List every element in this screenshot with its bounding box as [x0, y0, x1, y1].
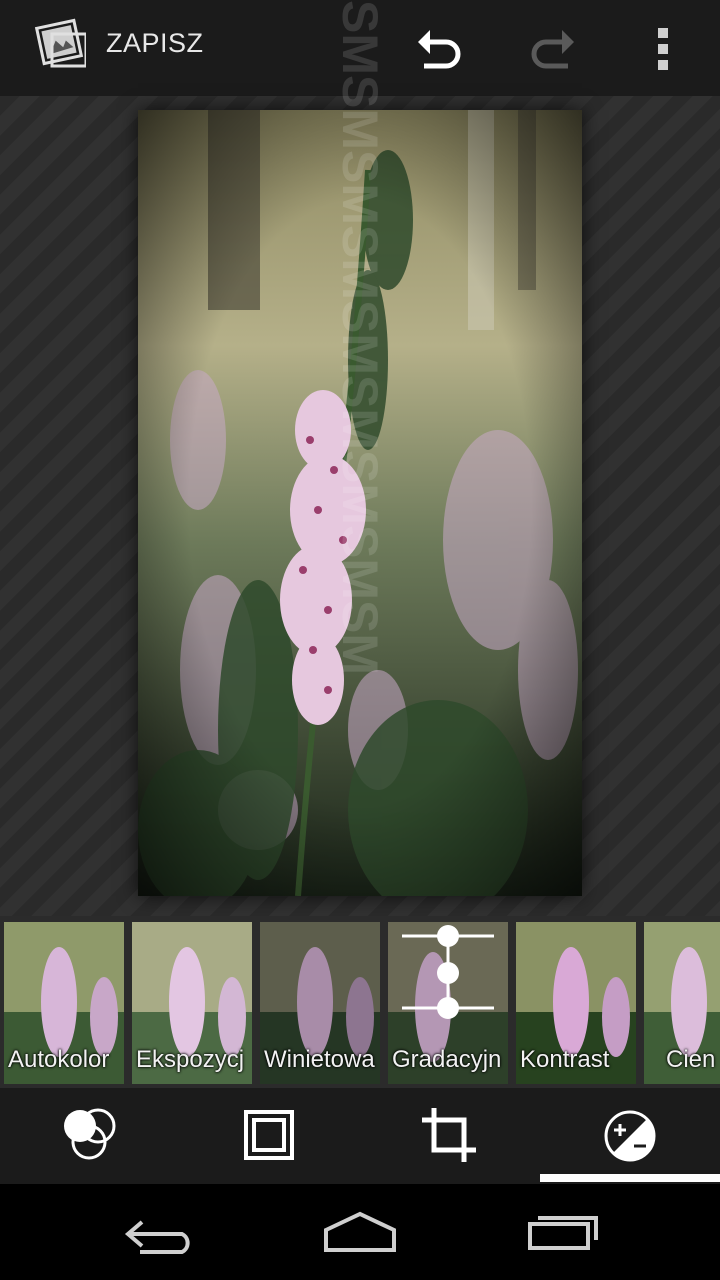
filter-thumb-kontrast[interactable]: Kontrast [516, 922, 636, 1084]
filter-thumb-autokolor[interactable]: Autokolor [4, 922, 124, 1084]
filter-thumb-winietowanie[interactable]: Winietowa [260, 922, 380, 1084]
selected-tab-indicator [540, 1174, 720, 1182]
editor-tabs [0, 1088, 720, 1184]
filters-icon [64, 1108, 116, 1160]
filter-filmstrip: Autokolor Ekspozycj Winietowa Gradacyjn [0, 916, 720, 1088]
exposure-icon [604, 1110, 656, 1162]
redo-icon[interactable] [526, 22, 578, 74]
tab-crop[interactable] [360, 1088, 540, 1184]
filter-label: Cien [666, 1046, 716, 1073]
tab-frames[interactable] [180, 1088, 360, 1184]
overflow-menu-icon[interactable] [644, 22, 684, 74]
frames-icon [244, 1110, 294, 1160]
crop-icon [422, 1108, 476, 1162]
filter-thumb-ekspozycja[interactable]: Ekspozycj [132, 922, 252, 1084]
filter-label: Ekspozycj [136, 1046, 245, 1073]
filter-thumb-gradacyjny[interactable]: Gradacyjn [388, 922, 508, 1084]
gallery-icon[interactable] [32, 14, 86, 68]
recents-icon[interactable] [510, 1200, 610, 1264]
system-nav-bar [0, 1184, 720, 1280]
action-bar: ZAPISZ [0, 0, 720, 96]
heather-photo [138, 110, 582, 896]
filter-thumb-cienie[interactable]: Cien [644, 922, 720, 1084]
save-button[interactable]: ZAPISZ [106, 28, 204, 59]
back-icon[interactable] [110, 1200, 210, 1264]
undo-icon[interactable] [414, 22, 466, 74]
filter-label: Winietowa [264, 1046, 375, 1073]
tab-exposure[interactable] [540, 1088, 720, 1184]
filter-label: Kontrast [520, 1046, 610, 1073]
filter-label: Autokolor [8, 1046, 110, 1073]
filter-label: Gradacyjn [392, 1046, 502, 1073]
photo-preview[interactable] [138, 110, 582, 896]
edit-canvas [0, 96, 720, 916]
tab-filters[interactable] [0, 1088, 180, 1184]
home-icon[interactable] [310, 1200, 410, 1264]
